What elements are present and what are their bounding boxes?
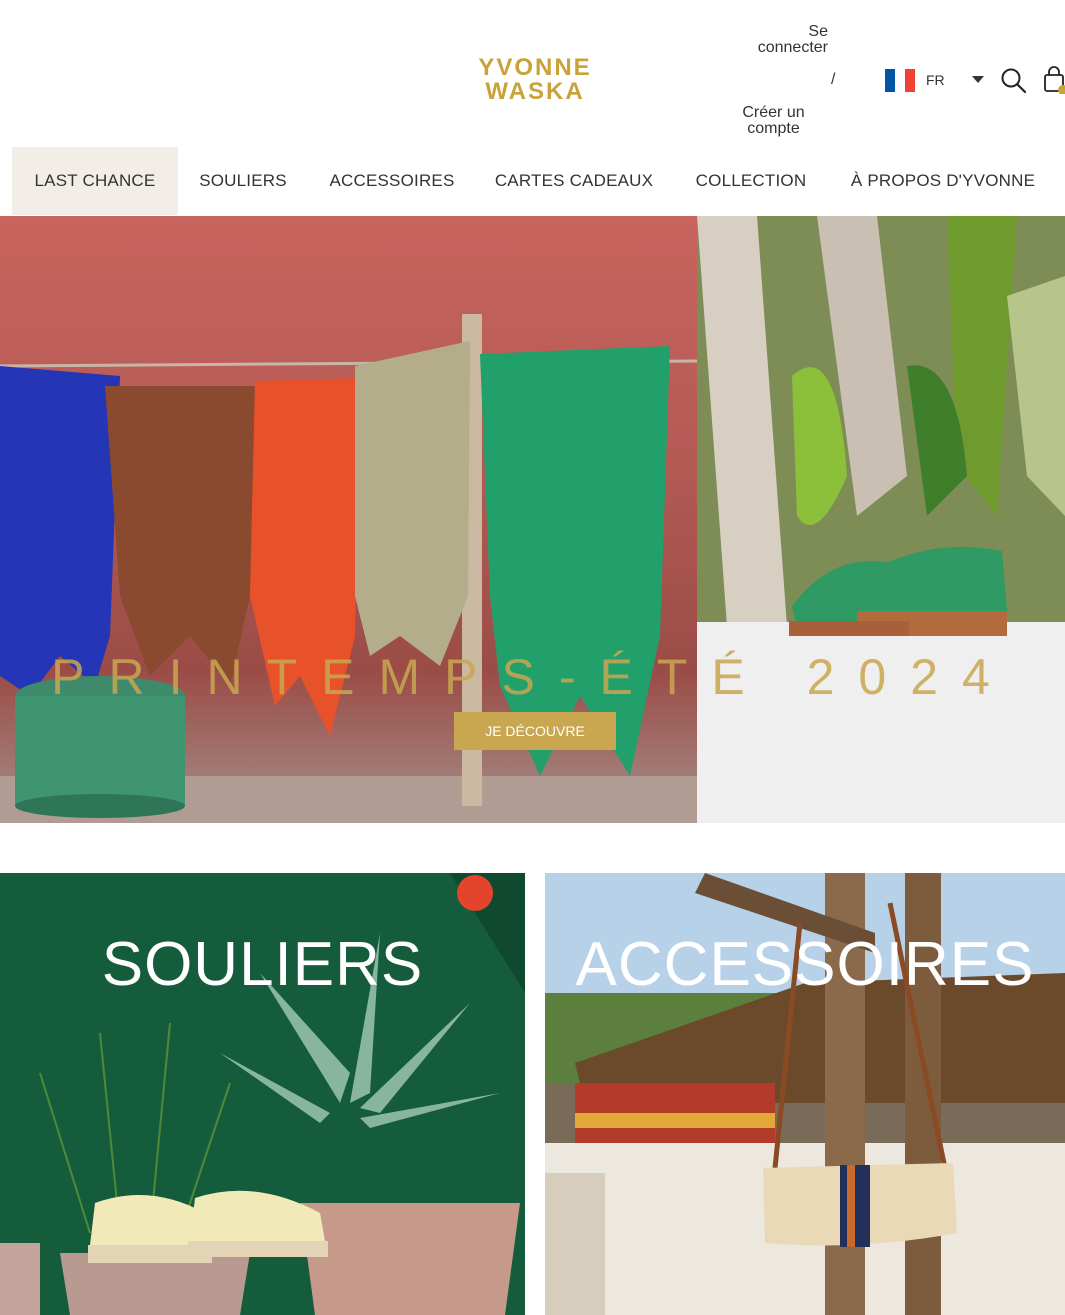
accessoires-title: ACCESSOIRES [575, 930, 1035, 999]
category-accessoires[interactable]: ACCESSOIRES [545, 873, 1065, 1315]
account-separator: / [831, 71, 836, 88]
signup-link[interactable]: Créer un compte [735, 105, 812, 137]
nav-cartes-cadeaux[interactable]: CARTES CADEAUX [486, 147, 662, 215]
brand-logo[interactable]: YVONNE WASKA [470, 56, 600, 104]
nav-accessoires[interactable]: ACCESSOIRES [322, 147, 462, 215]
login-link[interactable]: Se connecter [735, 24, 828, 56]
nav-souliers[interactable]: SOULIERS [188, 147, 298, 215]
language-selector[interactable]: FR [885, 68, 945, 92]
nav-collection[interactable]: COLLECTION [686, 147, 816, 215]
nav-last-chance[interactable]: LAST CHANCE [12, 147, 178, 215]
logo-line2: WASKA [485, 78, 585, 105]
souliers-title: SOULIERS [101, 930, 424, 999]
shopping-bag-icon[interactable] [1043, 66, 1065, 94]
category-souliers[interactable]: SOULIERS [0, 873, 525, 1315]
search-icon[interactable] [1000, 67, 1027, 94]
hero-title: PRINTEMPS-ÉTÉ 2024 [51, 649, 1014, 705]
hero-banner[interactable]: PRINTEMPS-ÉTÉ 2024 JE DÉCOUVRE [0, 216, 1065, 823]
site-header: YVONNE WASKA Se connecter / Créer un com… [0, 0, 1065, 146]
main-navigation: LAST CHANCE SOULIERS ACCESSOIRES CARTES … [0, 147, 1065, 215]
discover-button[interactable]: JE DÉCOUVRE [454, 712, 616, 750]
logo-line1: YVONNE [478, 54, 592, 81]
language-code: FR [926, 72, 945, 88]
france-flag-icon [885, 68, 915, 92]
chevron-down-icon[interactable] [972, 76, 984, 83]
hero-sandals-image [697, 216, 1065, 823]
nav-a-propos[interactable]: À PROPOS D'YVONNE [840, 147, 1046, 215]
